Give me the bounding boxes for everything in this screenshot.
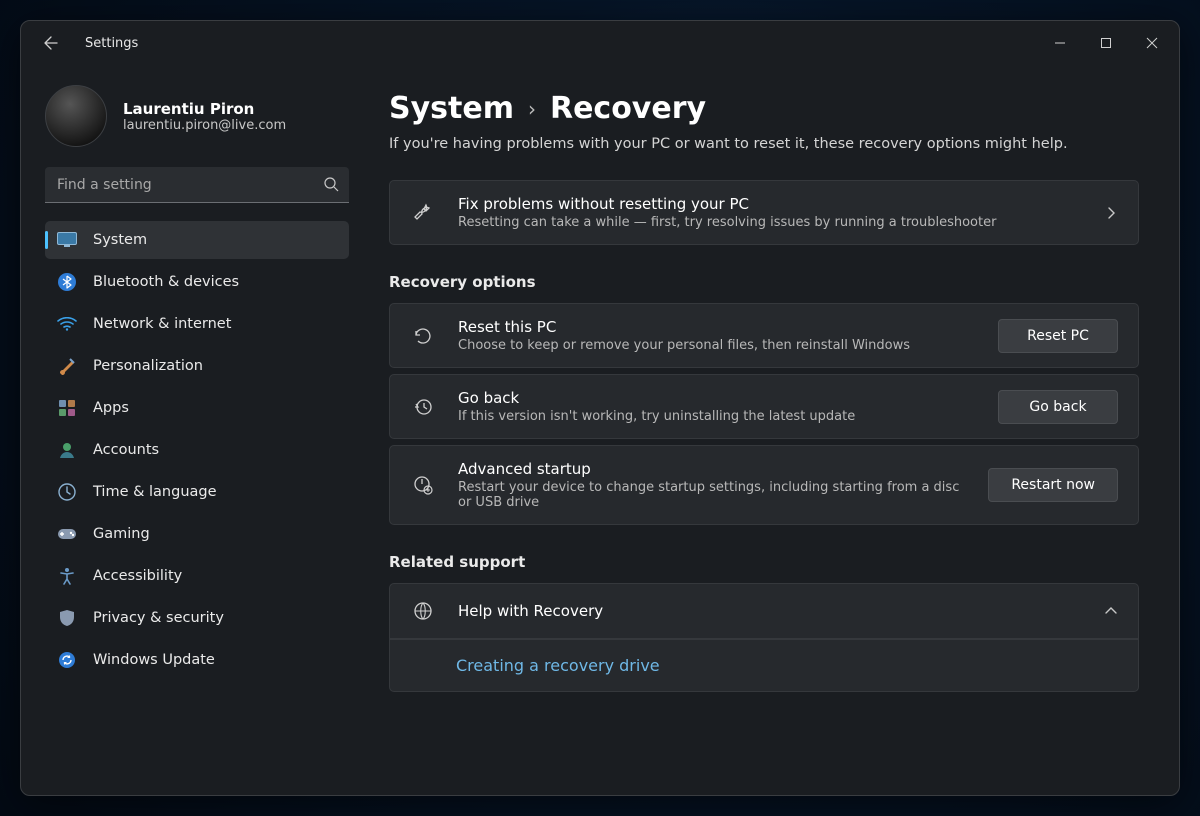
sidebar-item-label: Windows Update xyxy=(93,652,215,668)
card-desc: Choose to keep or remove your personal f… xyxy=(458,338,976,353)
sidebar-item-apps[interactable]: Apps xyxy=(45,389,349,427)
wrench-icon xyxy=(410,200,436,226)
accessibility-icon xyxy=(57,566,77,586)
sidebar-item-label: Bluetooth & devices xyxy=(93,274,239,290)
wifi-icon xyxy=(57,314,77,334)
arrow-left-icon xyxy=(43,35,59,51)
settings-window: Settings Laurentiu Piron laurentiu.piron… xyxy=(20,20,1180,796)
main-content[interactable]: System › Recovery If you're having probl… xyxy=(361,65,1179,795)
page-subtitle: If you're having problems with your PC o… xyxy=(389,136,1139,152)
bluetooth-icon xyxy=(57,272,77,292)
search-icon xyxy=(323,176,339,192)
sidebar-item-time-language[interactable]: Time & language xyxy=(45,473,349,511)
reset-icon xyxy=(410,323,436,349)
clock-globe-icon xyxy=(57,482,77,502)
recovery-drive-link[interactable]: Creating a recovery drive xyxy=(456,656,660,675)
search-input[interactable] xyxy=(45,167,349,203)
restart-now-button[interactable]: Restart now xyxy=(988,468,1118,502)
minimize-button[interactable] xyxy=(1037,21,1083,65)
card-title: Reset this PC xyxy=(458,318,976,336)
card-desc: If this version isn't working, try unins… xyxy=(458,409,976,424)
help-recovery-card[interactable]: Help with Recovery xyxy=(389,583,1139,639)
maximize-button[interactable] xyxy=(1083,21,1129,65)
card-title: Fix problems without resetting your PC xyxy=(458,195,1082,213)
card-title: Advanced startup xyxy=(458,460,966,478)
go-back-card: Go back If this version isn't working, t… xyxy=(389,374,1139,439)
sidebar-item-label: Personalization xyxy=(93,358,203,374)
apps-icon xyxy=(57,398,77,418)
avatar xyxy=(45,85,107,147)
person-icon xyxy=(57,440,77,460)
sidebar-item-system[interactable]: System xyxy=(45,221,349,259)
refresh-icon xyxy=(57,650,77,670)
breadcrumb-current: Recovery xyxy=(550,91,706,126)
window-title: Settings xyxy=(85,36,138,51)
sidebar-item-label: System xyxy=(93,232,147,248)
titlebar: Settings xyxy=(21,21,1179,65)
sidebar-item-label: Apps xyxy=(93,400,129,416)
go-back-button[interactable]: Go back xyxy=(998,390,1118,424)
paintbrush-icon xyxy=(57,356,77,376)
chevron-right-icon xyxy=(1104,206,1118,220)
sidebar-item-bluetooth[interactable]: Bluetooth & devices xyxy=(45,263,349,301)
power-gear-icon xyxy=(410,472,436,498)
sidebar-item-label: Network & internet xyxy=(93,316,231,332)
sidebar-item-personalization[interactable]: Personalization xyxy=(45,347,349,385)
help-recovery-sub: Creating a recovery drive xyxy=(389,639,1139,692)
fix-problems-card[interactable]: Fix problems without resetting your PC R… xyxy=(389,180,1139,245)
breadcrumb: System › Recovery xyxy=(389,91,1139,126)
user-name: Laurentiu Piron xyxy=(123,100,286,118)
chevron-right-icon: › xyxy=(528,97,536,121)
card-desc: Restart your device to change startup se… xyxy=(458,480,966,510)
sidebar-item-label: Gaming xyxy=(93,526,150,542)
back-button[interactable] xyxy=(35,27,67,59)
sidebar: Laurentiu Piron laurentiu.piron@live.com… xyxy=(21,65,361,795)
reset-pc-card: Reset this PC Choose to keep or remove y… xyxy=(389,303,1139,368)
sidebar-item-label: Accessibility xyxy=(93,568,182,584)
card-title: Go back xyxy=(458,389,976,407)
sidebar-item-network[interactable]: Network & internet xyxy=(45,305,349,343)
sidebar-item-privacy[interactable]: Privacy & security xyxy=(45,599,349,637)
section-related-support: Related support xyxy=(389,553,1139,571)
user-profile[interactable]: Laurentiu Piron laurentiu.piron@live.com xyxy=(45,85,349,147)
gamepad-icon xyxy=(57,524,77,544)
close-button[interactable] xyxy=(1129,21,1175,65)
shield-icon xyxy=(57,608,77,628)
advanced-startup-card: Advanced startup Restart your device to … xyxy=(389,445,1139,525)
sidebar-item-accounts[interactable]: Accounts xyxy=(45,431,349,469)
card-title: Help with Recovery xyxy=(458,602,1082,620)
sidebar-item-label: Privacy & security xyxy=(93,610,224,626)
sidebar-item-label: Time & language xyxy=(93,484,217,500)
section-recovery-options: Recovery options xyxy=(389,273,1139,291)
user-email: laurentiu.piron@live.com xyxy=(123,118,286,133)
breadcrumb-root[interactable]: System xyxy=(389,91,514,126)
sidebar-item-label: Accounts xyxy=(93,442,159,458)
globe-help-icon xyxy=(410,598,436,624)
sidebar-item-accessibility[interactable]: Accessibility xyxy=(45,557,349,595)
nav: System Bluetooth & devices Network & int… xyxy=(45,221,349,679)
sidebar-item-windows-update[interactable]: Windows Update xyxy=(45,641,349,679)
card-desc: Resetting can take a while — first, try … xyxy=(458,215,1082,230)
display-icon xyxy=(57,230,77,250)
chevron-up-icon xyxy=(1104,604,1118,618)
reset-pc-button[interactable]: Reset PC xyxy=(998,319,1118,353)
history-icon xyxy=(410,394,436,420)
search-row xyxy=(45,167,349,203)
sidebar-item-gaming[interactable]: Gaming xyxy=(45,515,349,553)
